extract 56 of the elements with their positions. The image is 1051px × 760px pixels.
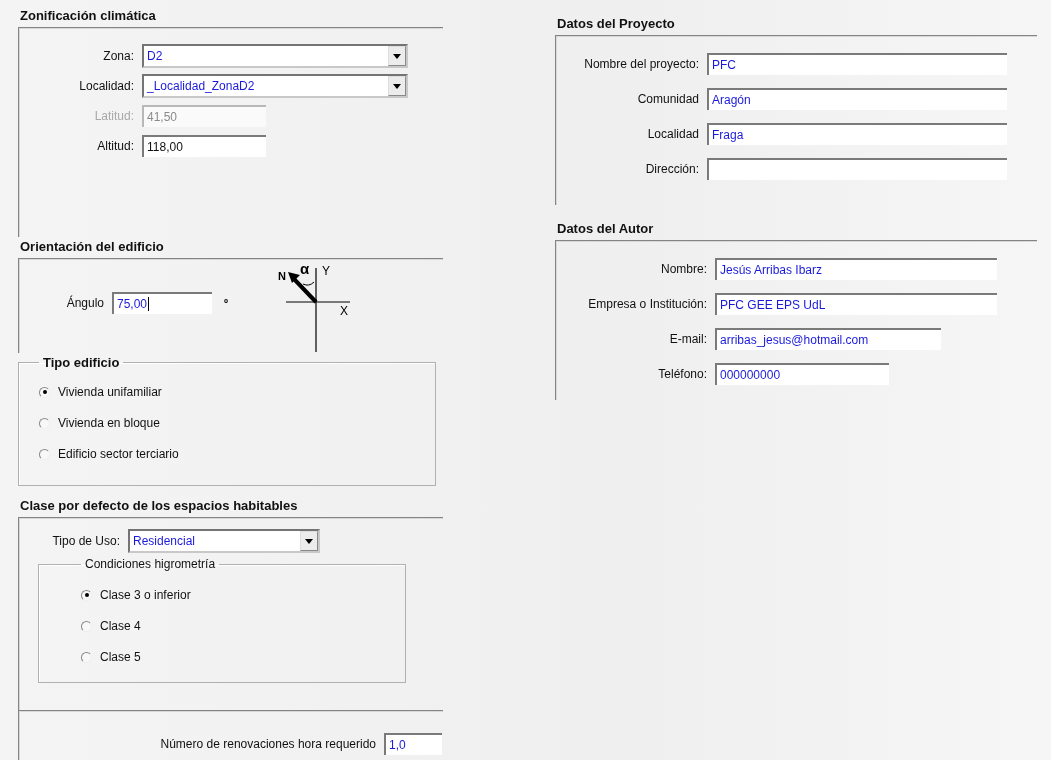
radio-button[interactable] (39, 448, 50, 460)
unit-label: º (224, 297, 229, 310)
radio-button[interactable] (39, 386, 50, 398)
group-title: Condiciones higrometría (85, 557, 216, 572)
input-field[interactable]: PFC (707, 53, 1007, 75)
radio-label: Clase 4 (100, 619, 141, 634)
field-label: Altitud: (96, 139, 135, 153)
radio-label: Vivienda en bloque (58, 416, 160, 431)
field-label: Teléfono: (657, 367, 708, 381)
field-label: Localidad: (78, 79, 135, 93)
dropdown-arrow-icon (393, 53, 401, 59)
input-field[interactable]: PFC GEE EPS UdL (715, 293, 997, 315)
dropdown-arrow-icon (305, 538, 313, 544)
section-title: Datos del Proyecto (556, 15, 676, 33)
input-field[interactable] (707, 158, 1007, 180)
y-axis-label: Y (322, 264, 331, 279)
section-title: Tipo edificio (43, 355, 120, 371)
input-field[interactable]: 118,00 (142, 135, 266, 157)
field-label: Latitud: (93, 109, 135, 123)
input-field[interactable]: 75,00 (112, 292, 212, 315)
field-label: Localidad (646, 127, 700, 141)
field-label: Nombre del proyecto: (583, 57, 700, 71)
radio-button[interactable] (81, 620, 92, 632)
radio-button[interactable] (39, 417, 50, 429)
input-field[interactable]: Aragón (707, 88, 1007, 110)
dropdown[interactable]: D2 (142, 44, 408, 68)
field-label: Zona: (102, 49, 135, 63)
field-label: Tipo de Uso: (51, 534, 121, 549)
angle-symbol: α (300, 260, 310, 278)
field-label: Nombre: (660, 262, 708, 276)
input-field[interactable]: Fraga (707, 123, 1007, 145)
dropdown[interactable]: Residencial (128, 529, 320, 554)
dropdown-arrow-icon (393, 83, 401, 89)
input-field[interactable]: arribas_jesus@hotmail.com (715, 328, 941, 350)
section-title: Clase por defecto de los espacios habitables (19, 497, 299, 516)
input-field[interactable]: 1,0 (384, 733, 442, 756)
field-label: Número de renovaciones hora requerido (159, 737, 377, 752)
field-label: E-mail: (668, 332, 708, 346)
radio-button[interactable] (81, 589, 92, 601)
field-label: Empresa o Institución: (587, 297, 708, 311)
section-title: Zonificación climática (19, 7, 157, 25)
section-title: Orientación del edificio (19, 238, 165, 257)
field-label: Ángulo (65, 296, 105, 311)
field-label: Comunidad (636, 92, 700, 106)
dropdown[interactable]: _Localidad_ZonaD2 (142, 74, 408, 98)
radio-label: Clase 5 (100, 650, 141, 665)
x-axis-label: X (340, 304, 349, 319)
section-title: Datos del Autor (556, 220, 655, 238)
input-field[interactable]: Jesús Arribas Ibarz (715, 258, 997, 280)
input-field[interactable]: 000000000 (715, 363, 889, 385)
north-label: N (278, 270, 286, 283)
radio-label: Vivienda unifamiliar (58, 385, 162, 400)
field-label: Dirección: (644, 162, 700, 176)
radio-label: Clase 3 o inferior (100, 588, 191, 603)
radio-button[interactable] (81, 651, 92, 663)
radio-label: Edificio sector terciario (58, 447, 179, 462)
